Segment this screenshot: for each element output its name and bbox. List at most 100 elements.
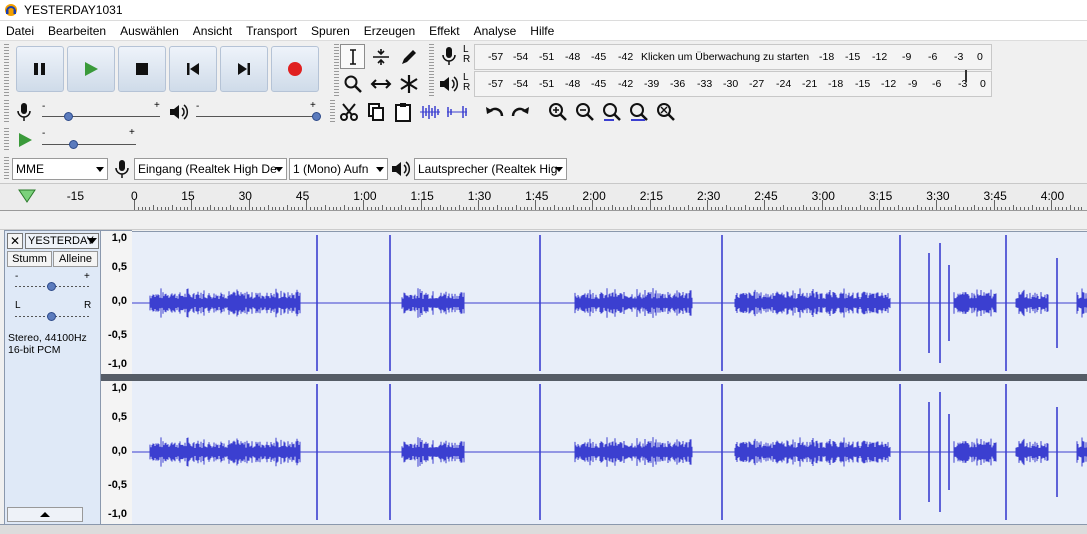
slider-plus-label: + xyxy=(310,100,316,111)
tools-toolbar xyxy=(340,44,424,96)
output-device-select[interactable]: Lautsprecher (Realtek Hig xyxy=(414,158,567,180)
timeline-tick-mark xyxy=(905,207,907,210)
meter-tick: -57 xyxy=(488,78,504,90)
meter-monitor-hint[interactable]: Klicken um Überwachung zu starten xyxy=(641,51,809,63)
menu-analyse[interactable]: Analyse xyxy=(467,21,524,41)
toolbar-grip[interactable] xyxy=(429,44,434,96)
zoom-out-button[interactable] xyxy=(572,99,597,124)
zoom-in-button[interactable] xyxy=(545,99,570,124)
timeline-tick-mark xyxy=(370,207,372,210)
close-track-button[interactable]: ✕ xyxy=(7,233,23,249)
play-button[interactable] xyxy=(67,46,115,92)
recording-volume-slider[interactable] xyxy=(42,116,160,117)
menu-erzeugen[interactable]: Erzeugen xyxy=(357,21,422,41)
timeline-tick-mark xyxy=(878,200,880,210)
solo-button[interactable]: Alleine xyxy=(53,251,98,267)
track-gain-thumb[interactable] xyxy=(47,282,56,291)
toolbar-grip[interactable] xyxy=(330,100,335,124)
timeline-tick-mark xyxy=(852,207,854,210)
timeline-tick-mark xyxy=(638,207,640,210)
timeline-tick-mark xyxy=(1027,207,1029,210)
track-menu-button[interactable]: YESTERDAY xyxy=(25,233,99,249)
selection-tool[interactable] xyxy=(340,44,365,69)
timeline-tick-mark xyxy=(626,207,628,210)
track-format-info: Stereo, 44100Hz xyxy=(8,332,87,344)
pause-button[interactable] xyxy=(16,46,64,92)
toolbar-grip[interactable] xyxy=(4,157,9,181)
record-meter-button[interactable] xyxy=(436,43,461,68)
skip-to-end-button[interactable] xyxy=(220,46,268,92)
envelope-tool[interactable] xyxy=(368,44,393,69)
recording-volume-thumb[interactable] xyxy=(64,112,73,121)
toolbar-grip[interactable] xyxy=(334,44,339,96)
timeline-tick-mark xyxy=(397,207,399,210)
timeline-tick-mark xyxy=(1035,207,1037,210)
timeline-tick-mark xyxy=(653,207,655,210)
channels-select[interactable]: 1 (Mono) Aufn xyxy=(289,158,388,180)
collapse-track-button[interactable] xyxy=(7,507,83,522)
waveform-right-channel[interactable] xyxy=(132,381,1087,524)
menu-auswaehlen[interactable]: Auswählen xyxy=(113,21,186,41)
menu-effekt[interactable]: Effekt xyxy=(422,21,466,41)
timeline-tick-mark xyxy=(237,207,239,210)
copy-button[interactable] xyxy=(363,99,388,124)
redo-button[interactable] xyxy=(508,99,533,124)
mute-button[interactable]: Stumm xyxy=(7,251,52,267)
timeline-tick-mark xyxy=(684,207,686,210)
cut-button[interactable] xyxy=(336,99,361,124)
draw-tool[interactable] xyxy=(396,44,421,69)
menu-ansicht[interactable]: Ansicht xyxy=(186,21,239,41)
timeline-tick-mark xyxy=(202,207,204,210)
menu-transport[interactable]: Transport xyxy=(239,21,304,41)
skip-to-start-button[interactable] xyxy=(169,46,217,92)
stop-button[interactable] xyxy=(118,46,166,92)
playback-speed-thumb[interactable] xyxy=(69,140,78,149)
menu-bearbeiten[interactable]: Bearbeiten xyxy=(41,21,113,41)
menu-datei[interactable]: Datei xyxy=(0,21,41,41)
timeline-tick-mark xyxy=(340,207,342,210)
playback-meter-button[interactable] xyxy=(436,71,461,96)
timeline-tick-mark xyxy=(431,207,433,210)
timeline-tick-mark xyxy=(863,207,865,210)
timeline-tick-mark xyxy=(267,205,269,210)
timeshift-tool[interactable] xyxy=(368,71,393,96)
amplitude-label: 0,0 xyxy=(111,295,127,307)
input-device-select[interactable]: Eingang (Realtek High De xyxy=(134,158,287,180)
timeline-tick-mark xyxy=(634,207,636,210)
timeline-tick-mark xyxy=(592,200,594,210)
timeline-tick-mark xyxy=(1043,207,1045,210)
timeline-tick-mark xyxy=(271,207,273,210)
trim-button[interactable] xyxy=(417,99,442,124)
play-at-speed-button[interactable] xyxy=(12,127,37,152)
silence-button[interactable] xyxy=(444,99,469,124)
toolbar-grip[interactable] xyxy=(4,128,9,152)
timeline-tick-mark xyxy=(771,207,773,210)
playback-speed-slider[interactable] xyxy=(42,144,136,145)
toolbar-grip[interactable] xyxy=(4,100,9,124)
zoom-tool[interactable] xyxy=(340,71,365,96)
zoom-toggle-button[interactable] xyxy=(653,99,678,124)
timeline-tick-mark xyxy=(489,207,491,210)
paste-button[interactable] xyxy=(390,99,415,124)
undo-button[interactable] xyxy=(481,99,506,124)
menu-spuren[interactable]: Spuren xyxy=(304,21,357,41)
timeline-tick-mark xyxy=(504,207,506,210)
timeline-tick-label: 30 xyxy=(238,189,252,203)
record-button[interactable] xyxy=(271,46,319,92)
timeline-tick-mark xyxy=(309,207,311,210)
track-pan-thumb[interactable] xyxy=(47,312,56,321)
speaker-icon xyxy=(392,161,411,177)
timeline-tick-mark xyxy=(810,207,812,210)
fit-selection-button[interactable] xyxy=(599,99,624,124)
multi-tool[interactable] xyxy=(396,71,421,96)
timeline-tick-mark xyxy=(477,200,479,210)
timeline-tick-mark xyxy=(890,207,892,210)
toolbar-grip[interactable] xyxy=(4,44,9,96)
timeline-tick-mark xyxy=(439,205,441,210)
playback-volume-thumb[interactable] xyxy=(312,112,321,121)
waveform-left-channel[interactable] xyxy=(132,231,1087,374)
audio-host-select[interactable]: MME xyxy=(12,158,108,180)
menu-hilfe[interactable]: Hilfe xyxy=(523,21,561,41)
playback-volume-slider[interactable] xyxy=(196,116,318,117)
fit-project-button[interactable] xyxy=(626,99,651,124)
